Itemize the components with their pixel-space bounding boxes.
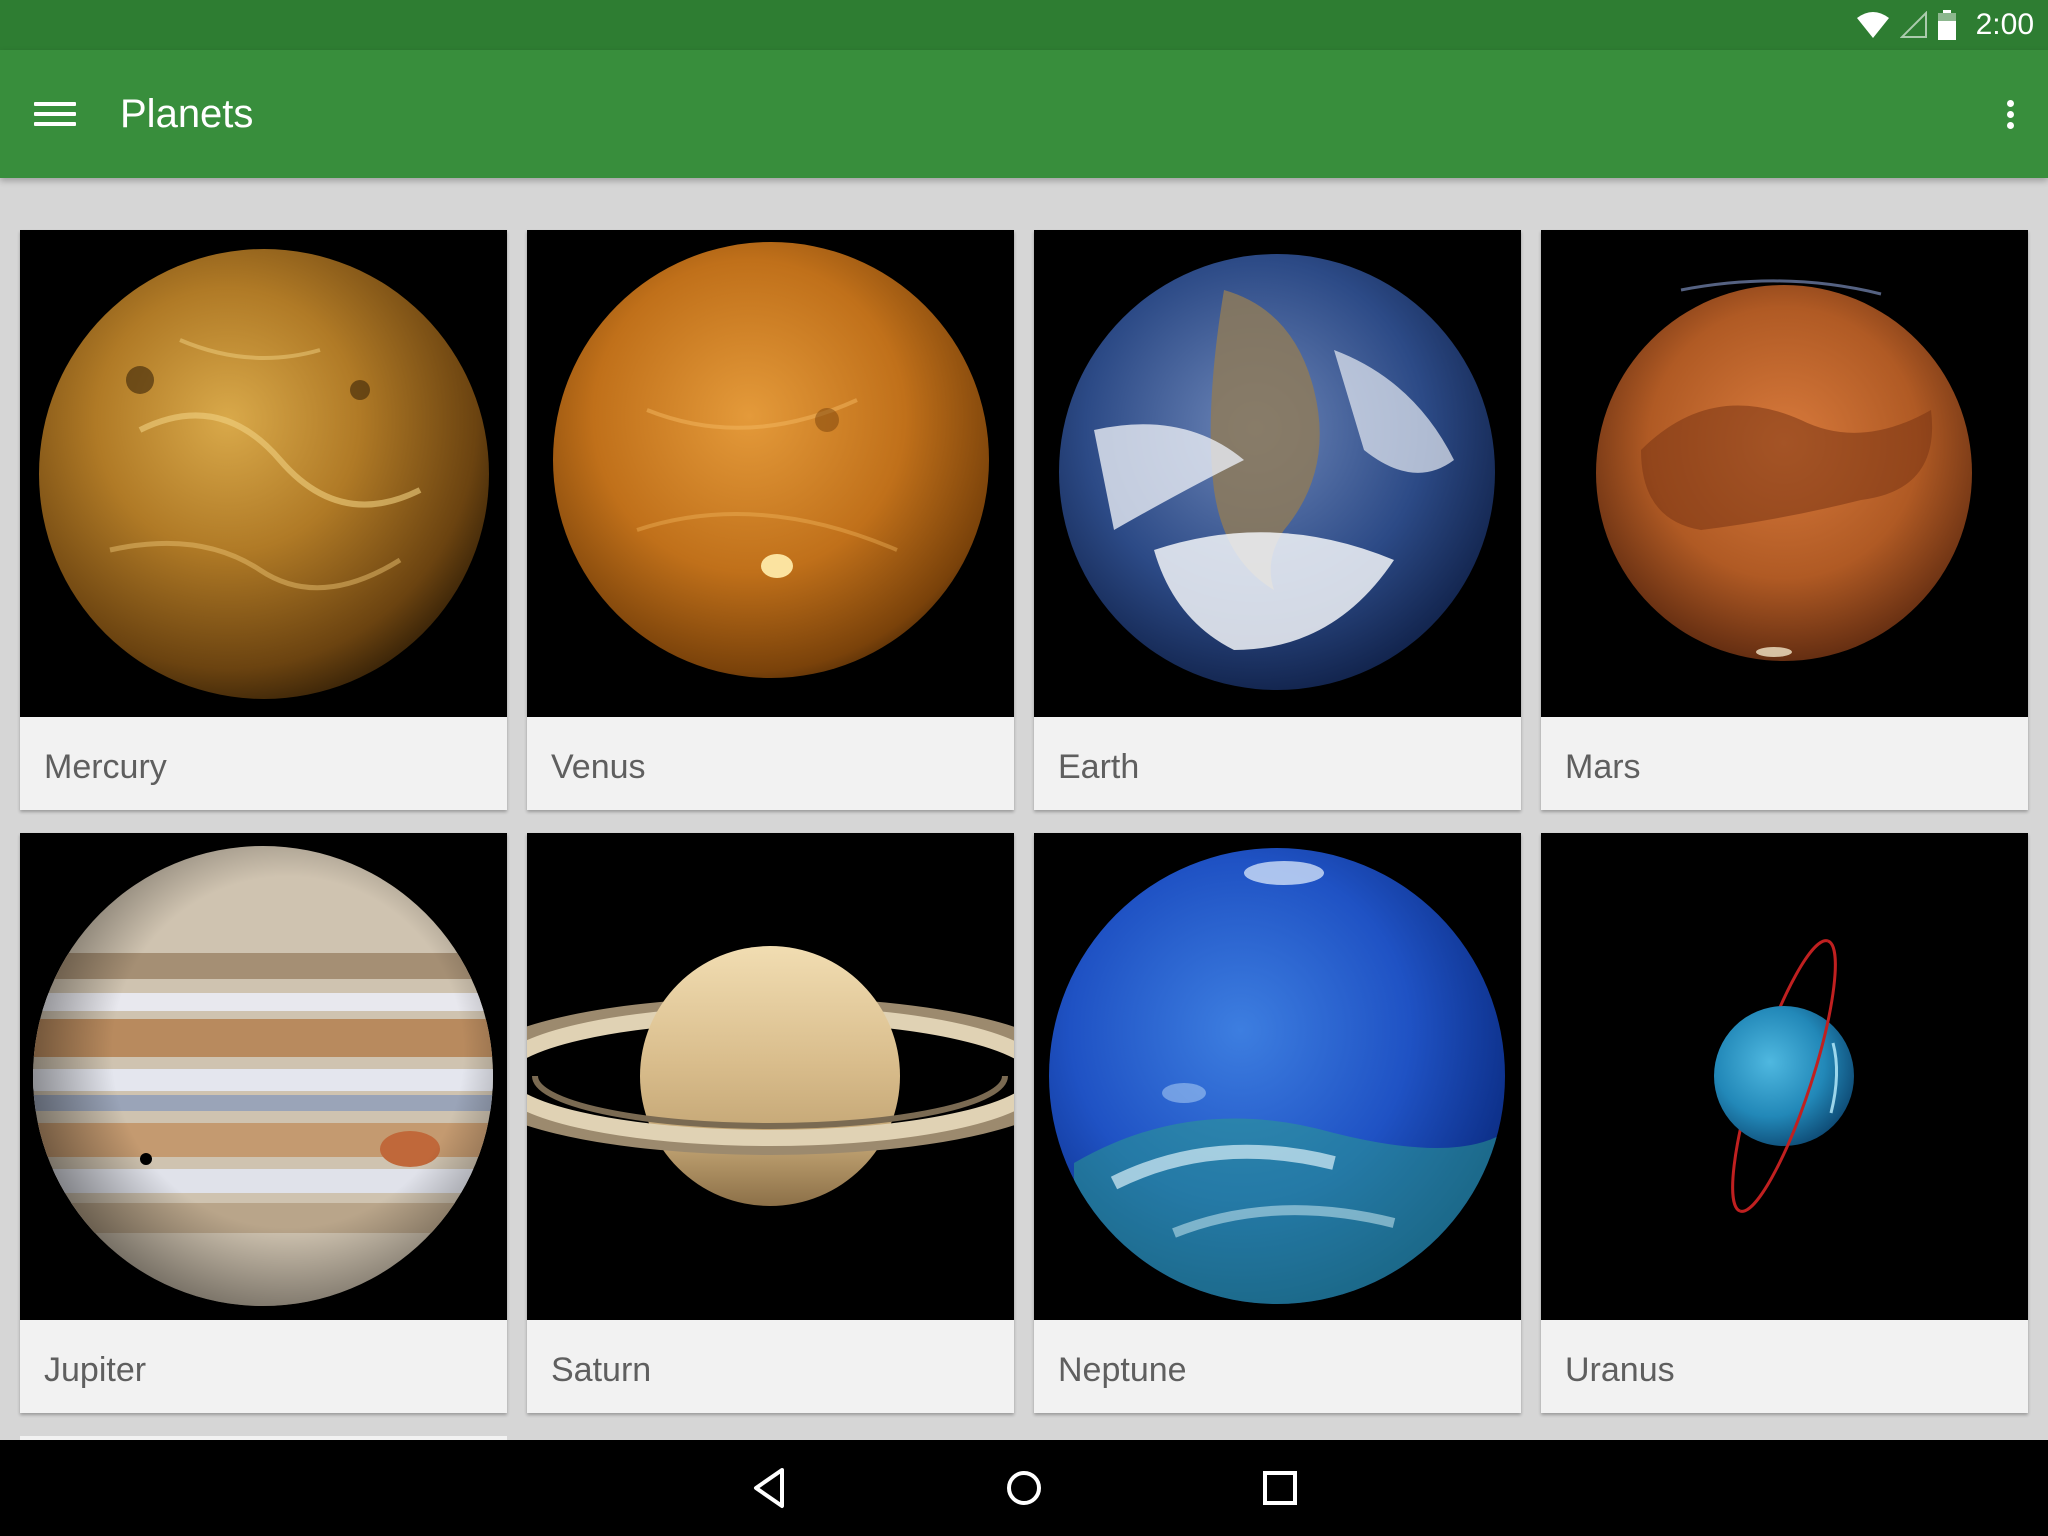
- planet-image-uranus: [1541, 833, 2028, 1320]
- planet-image-mars: [1541, 230, 2028, 717]
- status-icons: 2:00: [1856, 0, 2034, 50]
- wifi-icon: [1856, 12, 1889, 38]
- planet-image-jupiter: [20, 833, 507, 1320]
- planet-name: Mars: [1565, 748, 1641, 786]
- planet-card-saturn[interactable]: Saturn: [527, 833, 1014, 1413]
- system-nav-bar: [0, 1440, 2048, 1536]
- planet-card-mars[interactable]: Mars: [1541, 230, 2028, 810]
- more-vert-icon[interactable]: [1990, 94, 2030, 134]
- planet-name: Jupiter: [44, 1351, 147, 1389]
- planet-image-saturn: [527, 833, 1014, 1320]
- app-bar: Planets: [0, 50, 2048, 178]
- planet-name: Earth: [1058, 748, 1140, 786]
- recents-icon[interactable]: [1256, 1464, 1304, 1512]
- planet-card-mercury[interactable]: Mercury: [20, 230, 507, 810]
- menu-icon[interactable]: [34, 96, 78, 132]
- planet-image-earth: [1034, 230, 1521, 717]
- battery-icon: [1937, 10, 1956, 40]
- planet-card-earth[interactable]: Earth: [1034, 230, 1521, 810]
- cell-signal-icon: [1899, 11, 1927, 38]
- planet-name: Neptune: [1058, 1351, 1187, 1389]
- planet-card-neptune[interactable]: Neptune: [1034, 833, 1521, 1413]
- planet-name: Uranus: [1565, 1351, 1675, 1389]
- planet-image-mercury: [20, 230, 507, 717]
- planet-card-jupiter[interactable]: Jupiter: [20, 833, 507, 1413]
- planet-card-uranus[interactable]: Uranus: [1541, 833, 2028, 1413]
- planet-image-neptune: [1034, 833, 1521, 1320]
- planet-name: Mercury: [44, 748, 167, 786]
- page-title: Planets: [120, 92, 254, 136]
- status-time: 2:00: [1975, 8, 2034, 41]
- planet-image-venus: [527, 230, 1014, 717]
- status-bar: 2:00: [0, 0, 2048, 50]
- back-icon[interactable]: [746, 1464, 794, 1512]
- planet-name: Saturn: [551, 1351, 652, 1389]
- planet-card-venus[interactable]: Venus: [527, 230, 1014, 810]
- home-icon[interactable]: [1000, 1464, 1048, 1512]
- planet-name: Venus: [551, 748, 646, 786]
